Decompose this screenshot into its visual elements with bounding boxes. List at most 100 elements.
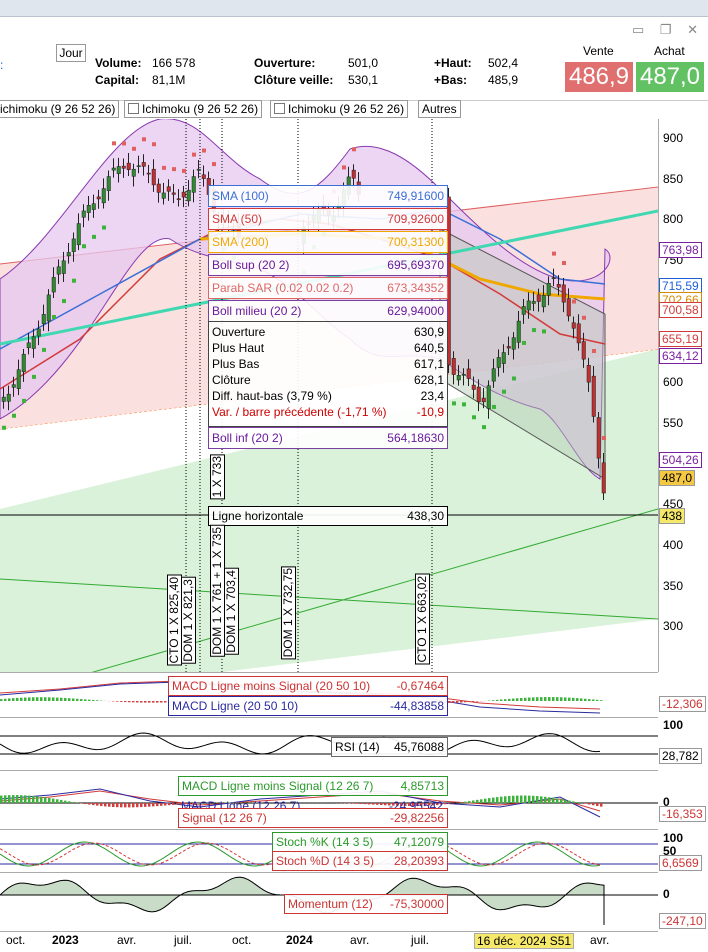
histogram-bar [596, 699, 599, 701]
legend-boll-mid[interactable]: Boll milieu (20 2) 629,94000 [208, 300, 448, 322]
period-button[interactable]: Jour [56, 44, 86, 62]
legend-boll-sup[interactable]: Boll sup (20 2) 695,69370 [208, 254, 448, 276]
histogram-bar [40, 697, 43, 701]
legend-macd2-diff[interactable]: MACD Ligne moins Signal (12 26 7) 4,85713 [178, 776, 448, 796]
legend-sma200[interactable]: SMA (200) 700,31300 [208, 231, 448, 253]
sar-dot [352, 147, 356, 152]
histogram-bar [164, 803, 167, 806]
candle-body [481, 397, 486, 403]
histogram-bar [8, 795, 11, 803]
sar-dot [342, 165, 346, 170]
legend-boll-inf[interactable]: Boll inf (20 2) 564,18630 [208, 427, 448, 449]
histogram-bar [468, 701, 471, 703]
annotation-cto-663[interactable]: CTO 1 X 663,02 [415, 574, 430, 665]
legend-macd1-line[interactable]: MACD Ligne (20 50 10) -44,83858 [168, 696, 448, 716]
histogram-bar [452, 701, 455, 703]
x-tick: avr. [590, 933, 610, 947]
rsi-panel[interactable] [0, 718, 658, 771]
sar-dot [572, 299, 576, 304]
annotation-dom-732[interactable]: DOM 1 X 732,75 [281, 566, 296, 660]
sell-price[interactable]: 486,9 [565, 62, 633, 92]
checkbox-icon[interactable] [274, 103, 285, 114]
annotation-cto-825[interactable]: CTO 1 X 825,40 [167, 575, 182, 666]
candle-body [156, 183, 161, 193]
legend-sar[interactable]: Parab SAR (0.02 0.02 0.2) 673,34352 [208, 277, 448, 299]
tab-autres[interactable]: Autres [418, 100, 461, 118]
histogram-bar [456, 701, 459, 703]
histogram-bar [512, 795, 515, 803]
annotation-dom-761[interactable]: DOM 1 X 761 + 1 X 735 [210, 525, 225, 657]
histogram-bar [524, 697, 527, 701]
histogram-bar [504, 796, 507, 803]
checkbox-icon[interactable] [128, 103, 139, 114]
sar-dot [542, 329, 546, 334]
histogram-bar [540, 697, 543, 701]
legend-sma50[interactable]: SMA (50) 709,92600 [208, 208, 448, 230]
histogram-bar [52, 798, 55, 803]
candle-body [36, 328, 41, 337]
annotation-dom-703[interactable]: DOM 1 X 703,4 [224, 568, 239, 655]
histogram-bar [564, 697, 567, 701]
histogram-bar [124, 701, 127, 703]
histogram-bar [464, 701, 467, 703]
legend-rsi[interactable]: RSI (14) 45,76088 [331, 737, 448, 757]
annotation-dom-821[interactable]: DOM 1 X 821,3 [181, 577, 196, 664]
buy-price[interactable]: 487,0 [636, 62, 704, 92]
sar-dot [42, 347, 46, 352]
sar-dot [2, 425, 6, 430]
histogram-bar [532, 795, 535, 803]
legend-sma100[interactable]: SMA (100) 749,91600 [208, 185, 448, 207]
tab-ichimoku-3[interactable]: Ichimoku (9 26 52 26) [270, 100, 409, 118]
tag-sar: 655,19 [659, 331, 702, 347]
tab-ichimoku-2[interactable]: Ichimoku (9 26 52 26) [124, 100, 263, 118]
legend-momentum[interactable]: Momentum (12) -75,30000 [284, 894, 448, 914]
legend-stoch-k[interactable]: Stoch %K (14 3 5) 47,12079 [272, 832, 448, 852]
candle-body [26, 342, 31, 349]
candle-body [176, 198, 181, 201]
histogram-bar [168, 803, 171, 806]
legend-macd2-signal[interactable]: Signal (12 26 7) -29,82256 [178, 808, 448, 828]
annotation-733[interactable]: 1 X 733 [210, 454, 225, 500]
x-tick: oct. [232, 933, 252, 947]
high-value: 502,4 [488, 56, 519, 70]
volume-value: 166 578 [152, 56, 196, 70]
histogram-bar [52, 697, 55, 701]
histogram-bar [64, 697, 67, 701]
histogram-bar [156, 701, 159, 703]
high-label: +Haut: [434, 56, 472, 70]
candle-body [16, 369, 21, 389]
candle-body [491, 368, 496, 382]
histogram-bar [560, 697, 563, 701]
histogram-bar [112, 803, 115, 807]
histogram-bar [12, 698, 15, 701]
histogram-bar [528, 697, 531, 701]
histogram-bar [556, 798, 559, 803]
histogram-bar [104, 803, 107, 807]
legend-macd1-diff[interactable]: MACD Ligne moins Signal (20 50 10) -0,674… [168, 676, 448, 696]
sar-dot [142, 137, 146, 142]
candle-body [136, 165, 141, 167]
legend-stoch-d[interactable]: Stoch %D (14 3 5) 28,20393 [272, 851, 448, 871]
sar-dot [62, 299, 66, 304]
sar-dot [172, 167, 176, 172]
histogram-bar [84, 803, 87, 805]
histogram-bar [600, 700, 603, 701]
histogram-bar [572, 697, 575, 701]
window-controls[interactable]: ▭ ❐ ✕ [632, 22, 704, 38]
candle-body [121, 165, 126, 169]
histogram-bar [84, 699, 87, 701]
histogram-bar [24, 697, 27, 701]
sar-dot [452, 401, 456, 406]
histogram-bar [476, 799, 479, 803]
legend-hline[interactable]: Ligne horizontale 438,30 [208, 506, 448, 526]
buy-label: Achat [654, 44, 685, 58]
histogram-bar [16, 697, 19, 701]
histogram-bar [172, 803, 175, 805]
histogram-bar [68, 801, 71, 803]
link-fragment[interactable]: : [0, 58, 3, 72]
histogram-bar [580, 698, 583, 701]
tab-ichimoku-1[interactable]: ichimoku (9 26 52 26) [0, 100, 120, 118]
histogram-bar [72, 802, 75, 803]
candle-body [21, 353, 26, 372]
histogram-bar [56, 697, 59, 701]
